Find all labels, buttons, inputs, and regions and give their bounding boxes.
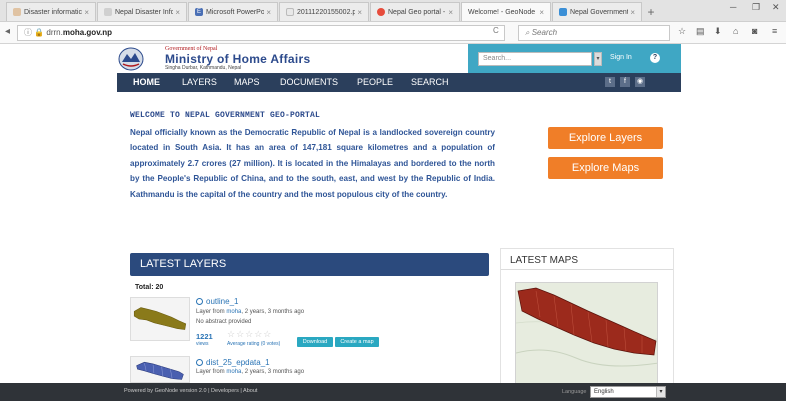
search-icon: ⌕ — [525, 28, 532, 37]
intro-paragraph: Nepal officially known as the Democratic… — [130, 128, 495, 199]
owner-link[interactable]: moha — [226, 369, 241, 375]
tab-geonode[interactable]: Welcome! - GeoNode × — [461, 2, 551, 21]
url-domain: moha.gov.np — [62, 28, 113, 37]
tab-close-icon[interactable]: × — [630, 3, 635, 21]
layers-total: Total: 20 — [135, 284, 164, 291]
site-search-input[interactable]: Search... — [478, 52, 592, 66]
nav-maps[interactable]: MAPS — [234, 77, 260, 87]
layer-thumbnail[interactable] — [130, 356, 190, 383]
rating-stars[interactable]: ☆☆☆☆☆ — [227, 329, 272, 340]
tab-pdf[interactable]: 20111220155002.pdf× — [279, 2, 369, 21]
explore-layers-button[interactable]: Explore Layers — [548, 127, 663, 149]
library-icon[interactable]: ▤ — [696, 26, 705, 37]
address-bar[interactable]: ⓘ 🔒 drrn.moha.gov.np — [17, 25, 505, 41]
layer-title-link[interactable]: outline_1 — [196, 297, 238, 306]
nepal-map-thumbnail — [516, 283, 657, 385]
back-icon[interactable]: ◂ — [5, 26, 10, 37]
create-map-button[interactable]: Create a map — [335, 337, 379, 347]
download-button[interactable]: Download — [297, 337, 333, 347]
owner-link[interactable]: moha — [226, 309, 241, 315]
language-select[interactable]: English ▾ — [590, 386, 666, 398]
district-thumbnail — [136, 361, 184, 380]
nav-documents[interactable]: DOCUMENTS — [280, 77, 338, 87]
tab-close-icon[interactable]: × — [539, 3, 544, 21]
tab-close-icon[interactable]: × — [266, 3, 271, 21]
tab-close-icon[interactable]: × — [84, 3, 89, 21]
explore-maps-button[interactable]: Explore Maps — [548, 157, 663, 179]
divider — [501, 269, 673, 270]
help-icon[interactable]: ? — [650, 53, 660, 63]
footer: Powered by GeoNode version 2.0 | Develop… — [0, 383, 786, 401]
nepal-outline-thumbnail — [133, 307, 187, 330]
views-label: views — [196, 341, 209, 347]
layer-meta: Layer from moha, 2 years, 3 months ago — [196, 369, 305, 375]
pocket-icon[interactable]: ◙ — [752, 26, 757, 36]
url-prefix: drrn. — [46, 28, 63, 37]
welcome-heading: WELCOME TO NEPAL GOVERNMENT GEO-PORTAL — [130, 111, 321, 120]
average-rating-label: Average rating (0 votes) — [227, 341, 281, 347]
tab-close-icon[interactable]: × — [448, 3, 453, 21]
restore-icon[interactable]: ❐ — [752, 2, 760, 13]
nav-layers[interactable]: LAYERS — [182, 77, 217, 87]
layer-meta: Layer from moha, 2 years, 3 months ago — [196, 309, 305, 315]
nav-search[interactable]: SEARCH — [411, 77, 449, 87]
bookmark-star-icon[interactable]: ☆ — [678, 26, 686, 37]
layer-thumbnail[interactable] — [130, 297, 190, 341]
download-icon[interactable]: ⬇ — [714, 26, 722, 37]
latest-layers-heading: LATEST LAYERS — [130, 253, 489, 276]
tab-geo-portal[interactable]: Nepal Geo portal - × — [370, 2, 460, 21]
ministry-address: Singha Durbar, Kathmandu, Nepal — [165, 65, 242, 71]
tab-disaster-info[interactable]: Disaster informatic × — [6, 2, 96, 21]
site-header: Government of Nepal Ministry of Home Aff… — [0, 44, 786, 73]
nav-home[interactable]: HOME — [133, 77, 160, 87]
tab-favicon-icon — [13, 8, 21, 16]
tab-favicon-icon — [377, 8, 385, 16]
tab-nepal-disaster[interactable]: Nepal Disaster Informa× — [97, 2, 187, 21]
nepal-emblem-logo[interactable] — [118, 47, 144, 71]
facebook-icon[interactable]: f — [620, 77, 630, 87]
pdf-icon — [286, 8, 294, 16]
browser-search-input[interactable]: ⌕ Search — [518, 25, 670, 41]
close-window-icon[interactable]: ✕ — [772, 2, 780, 13]
info-icon[interactable]: ⓘ 🔒 — [24, 28, 46, 37]
tab-favicon-icon — [104, 8, 112, 16]
menu-icon[interactable]: ≡ — [772, 26, 777, 36]
footer-credits[interactable]: Powered by GeoNode version 2.0 | Develop… — [124, 388, 257, 394]
tab-favicon-icon — [559, 8, 567, 16]
layer-type-icon — [196, 359, 203, 366]
main-nav: HOME LAYERS MAPS DOCUMENTS PEOPLE SEARCH… — [0, 73, 786, 92]
browser-toolbar: ◂ ⓘ 🔒 drrn.moha.gov.np C ⌕ Search ☆ ▤ ⬇ … — [0, 22, 786, 44]
tab-nepal-government[interactable]: Nepal Government × — [552, 2, 642, 21]
powerpoint-icon: E — [195, 8, 203, 16]
nav-people[interactable]: PEOPLE — [357, 77, 393, 87]
layer-abstract: No abstract provided — [196, 319, 252, 325]
latest-maps-heading: LATEST MAPS — [510, 255, 578, 266]
minimize-icon[interactable]: ─ — [730, 2, 736, 12]
twitter-icon[interactable]: t — [605, 77, 615, 87]
chevron-down-icon[interactable]: ▾ — [656, 387, 665, 397]
layer-title-link[interactable]: dist_25_epdata_1 — [196, 358, 270, 367]
tab-close-icon[interactable]: × — [357, 3, 362, 21]
reload-icon[interactable]: C — [493, 26, 499, 35]
rss-icon[interactable]: ◉ — [635, 77, 645, 87]
home-icon[interactable]: ⌂ — [733, 26, 738, 36]
tab-bar: Disaster informatic× Nepal Disaster Info… — [0, 0, 786, 22]
search-dropdown-icon[interactable]: ▾ — [594, 52, 602, 66]
tab-close-icon[interactable]: × — [175, 3, 180, 21]
new-tab-button[interactable]: + — [643, 3, 659, 21]
views-count: 1221 — [196, 332, 213, 341]
ministry-title[interactable]: Ministry of Home Affairs — [165, 52, 310, 66]
map-thumbnail[interactable] — [515, 282, 658, 386]
layer-type-icon — [196, 298, 203, 305]
sign-in-link[interactable]: Sign In — [610, 54, 632, 61]
browser-window: Disaster informatic× Nepal Disaster Info… — [0, 0, 786, 401]
language-label: Language — [562, 389, 587, 395]
tab-powerpoint[interactable]: E Microsoft PowerPo × — [188, 2, 278, 21]
